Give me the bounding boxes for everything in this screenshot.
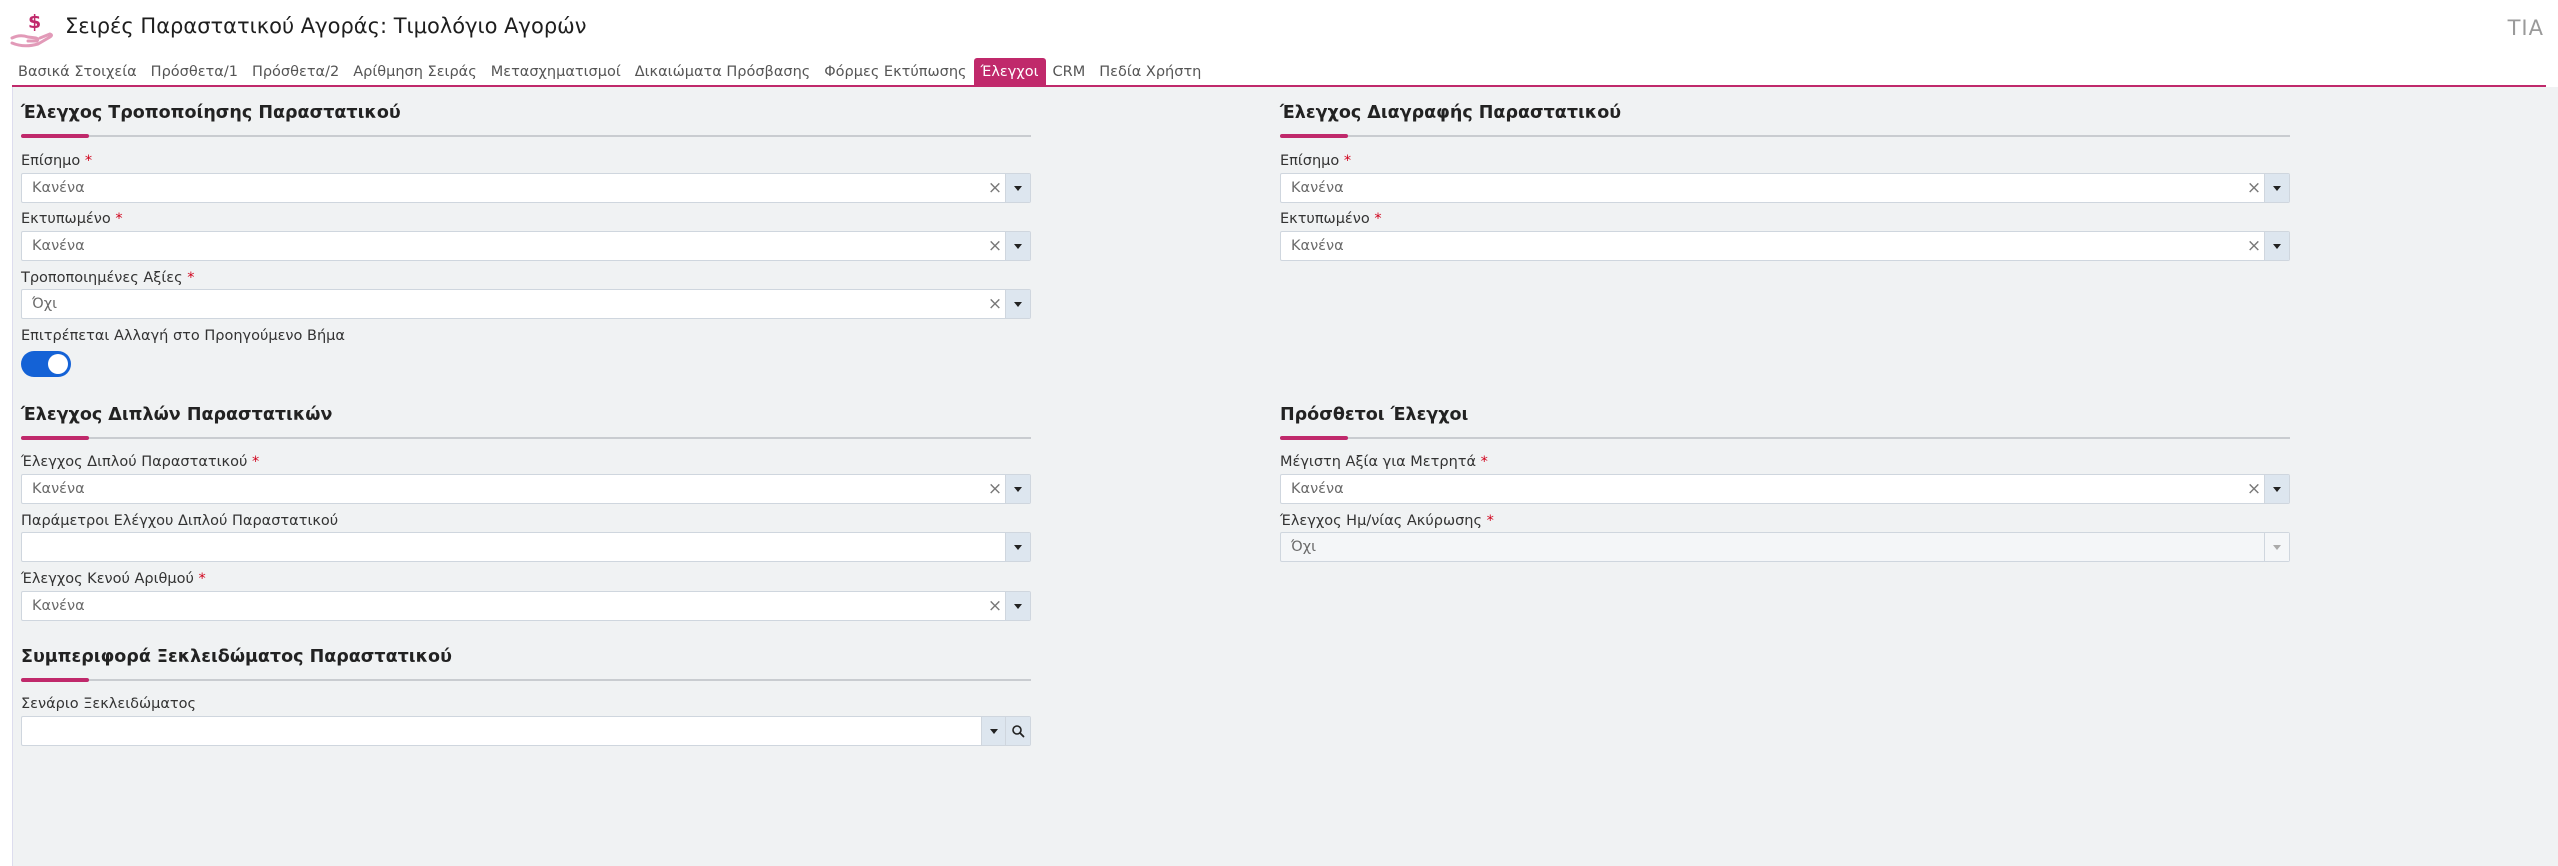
select-value: Κανένα — [1291, 180, 1344, 196]
chevron-down-icon[interactable] — [1005, 232, 1030, 260]
unlock-scenario-lookup[interactable] — [21, 716, 1031, 746]
clear-icon[interactable]: × — [2243, 232, 2265, 260]
tab-bar: Βασικά Στοιχεία Πρόσθετα/1 Πρόσθετα/2 Αρ… — [12, 58, 1208, 85]
tab-crm[interactable]: CRM — [1046, 58, 1093, 85]
tab-transformations[interactable]: Μετασχηματισμοί — [484, 58, 628, 85]
field-label-cancel-date: Έλεγχος Ημ/νίας Ακύρωσης * — [1280, 513, 1494, 529]
section-divider — [1280, 134, 2290, 138]
section-title-duplicates: Έλεγχος Διπλών Παραστατικών — [21, 405, 333, 425]
chevron-down-icon[interactable] — [2264, 174, 2289, 202]
delete-printed-select[interactable]: Κανένα × — [1280, 231, 2290, 261]
duplicate-params-select[interactable] — [21, 532, 1031, 562]
field-label-printed: Εκτυπωμένο * — [1280, 211, 1382, 227]
search-icon[interactable] — [1005, 717, 1030, 745]
chevron-down-icon[interactable] — [1005, 475, 1030, 503]
chevron-down-icon[interactable] — [981, 717, 1006, 745]
section-title-modify: Έλεγχος Τροποποίησης Παραστατικού — [21, 103, 401, 123]
toggle-label-previous-step: Επιτρέπεται Αλλαγή στο Προηγούμενο Βήμα — [21, 328, 345, 344]
field-label-duplicate-params: Παράμετροι Ελέγχου Διπλού Παραστατικού — [21, 513, 339, 529]
chevron-down-icon[interactable] — [1005, 533, 1030, 561]
chevron-down-icon[interactable] — [1005, 290, 1030, 318]
section-title-delete: Έλεγχος Διαγραφής Παραστατικού — [1280, 103, 1622, 123]
chevron-down-icon[interactable] — [2264, 475, 2289, 503]
cancel-date-check-select[interactable]: Όχι — [1280, 532, 2290, 562]
section-divider — [21, 436, 1031, 440]
printed-select[interactable]: Κανένα × — [21, 231, 1031, 261]
field-label-max-cash: Μέγιστη Αξία για Μετρητά * — [1280, 454, 1488, 470]
tab-access-rights[interactable]: Δικαιώματα Πρόσβασης — [628, 58, 818, 85]
official-select[interactable]: Κανένα × — [21, 173, 1031, 203]
field-label-printed: Εκτυπωμένο * — [21, 211, 123, 227]
chevron-down-icon[interactable] — [2264, 232, 2289, 260]
select-value: Όχι — [32, 296, 58, 312]
svg-text:$: $ — [28, 11, 41, 33]
tab-checks[interactable]: Έλεγχοι — [973, 58, 1046, 85]
page-header: $ Σειρές Παραστατικού Αγοράς: Τιμολόγιο … — [0, 0, 2558, 58]
tab-print-forms[interactable]: Φόρμες Εκτύπωσης — [817, 58, 973, 85]
field-label-official: Επίσημο * — [21, 153, 93, 169]
section-divider — [21, 678, 1031, 682]
toggle-knob — [48, 354, 68, 374]
chevron-down-icon[interactable] — [1005, 592, 1030, 620]
clear-icon[interactable]: × — [984, 174, 1006, 202]
allow-previous-step-toggle[interactable] — [21, 351, 71, 377]
select-value: Κανένα — [32, 598, 85, 614]
field-label-unlock-scenario: Σενάριο Ξεκλειδώματος — [21, 696, 197, 712]
select-value: Κανένα — [1291, 238, 1344, 254]
section-title-unlock: Συμπεριφορά Ξεκλειδώματος Παραστατικού — [21, 647, 452, 667]
modified-values-select[interactable]: Όχι × — [21, 289, 1031, 319]
checks-panel: Έλεγχος Τροποποίησης Παραστατικού Επίσημ… — [12, 87, 2558, 866]
max-cash-select[interactable]: Κανένα × — [1280, 474, 2290, 504]
tab-extra-1[interactable]: Πρόσθετα/1 — [144, 58, 245, 85]
select-value: Κανένα — [32, 238, 85, 254]
select-value: Κανένα — [32, 481, 85, 497]
clear-icon[interactable]: × — [984, 592, 1006, 620]
delete-official-select[interactable]: Κανένα × — [1280, 173, 2290, 203]
select-value: Όχι — [1291, 539, 1317, 555]
section-divider — [1280, 436, 2290, 440]
duplicate-check-select[interactable]: Κανένα × — [21, 474, 1031, 504]
tab-user-fields[interactable]: Πεδία Χρήστη — [1092, 58, 1208, 85]
field-label-empty-number: Έλεγχος Κενού Αριθμού * — [21, 571, 206, 587]
section-divider — [21, 134, 1031, 138]
section-title-extra: Πρόσθετοι Έλεγχοι — [1280, 405, 1469, 425]
field-label-duplicate-check: Έλεγχος Διπλού Παραστατικού * — [21, 454, 260, 470]
select-value: Κανένα — [1291, 481, 1344, 497]
empty-number-select[interactable]: Κανένα × — [21, 591, 1031, 621]
chevron-down-icon[interactable] — [2264, 533, 2289, 561]
clear-icon[interactable]: × — [984, 290, 1006, 318]
page-title: Σειρές Παραστατικού Αγοράς: Τιμολόγιο Αγ… — [65, 14, 587, 38]
tab-series-numbering[interactable]: Αρίθμηση Σειράς — [346, 58, 483, 85]
user-badge[interactable]: TIA — [2508, 16, 2544, 40]
clear-icon[interactable]: × — [2243, 475, 2265, 503]
purchase-money-hand-icon: $ — [10, 11, 53, 48]
field-label-official: Επίσημο * — [1280, 153, 1352, 169]
field-label-modified-values: Τροποποιημένες Αξίες * — [21, 270, 195, 286]
tab-basic-info[interactable]: Βασικά Στοιχεία — [12, 58, 144, 85]
clear-icon[interactable]: × — [984, 232, 1006, 260]
chevron-down-icon[interactable] — [1005, 174, 1030, 202]
clear-icon[interactable]: × — [984, 475, 1006, 503]
clear-icon[interactable]: × — [2243, 174, 2265, 202]
select-value: Κανένα — [32, 180, 85, 196]
tab-extra-2[interactable]: Πρόσθετα/2 — [245, 58, 346, 85]
